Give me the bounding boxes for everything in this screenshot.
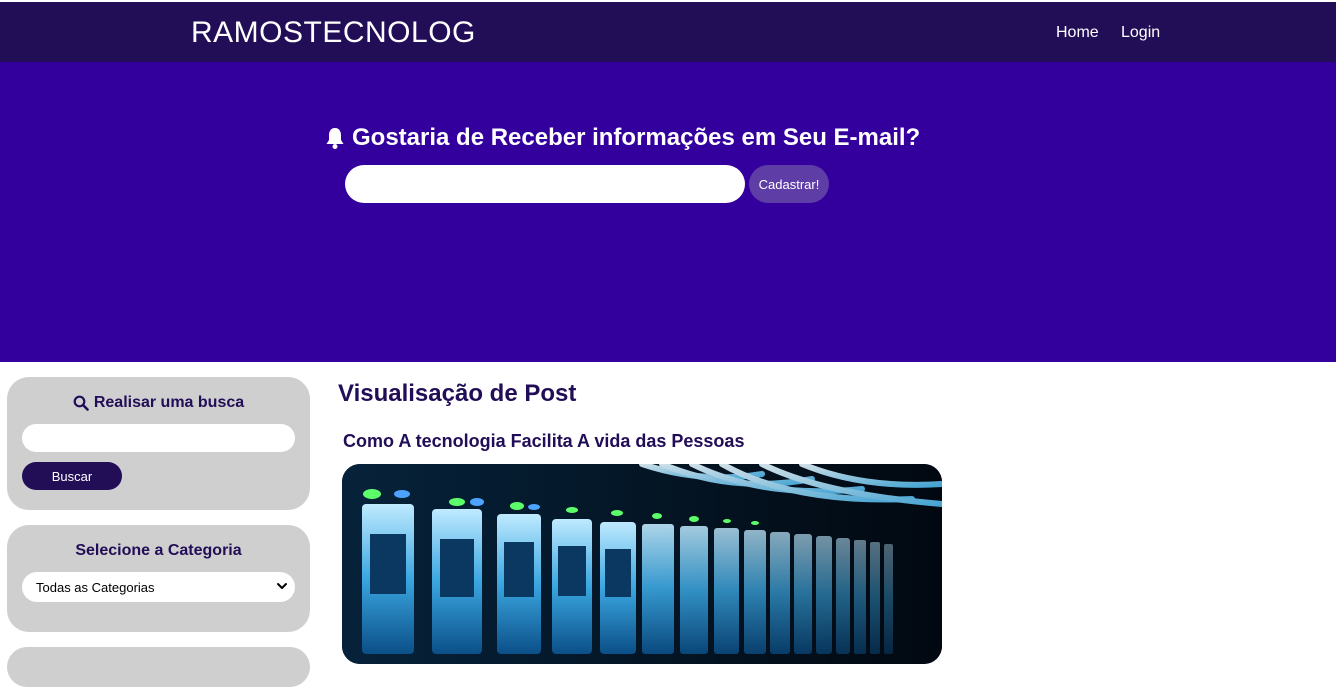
bell-icon: [326, 128, 344, 149]
newsletter-heading: Gostaria de Receber informações em Seu E…: [324, 124, 920, 152]
search-button[interactable]: Buscar: [22, 462, 122, 490]
subscribe-button[interactable]: Cadastrar!: [749, 165, 829, 203]
search-card: Realisar uma busca Buscar: [7, 377, 310, 510]
sidebar-card: [7, 647, 310, 687]
email-field[interactable]: [345, 165, 745, 203]
network-switch-photo: [342, 464, 942, 664]
top-navbar: RAMOSTECNOLOG Home Login: [0, 0, 1336, 62]
search-icon: [73, 395, 89, 411]
category-selected-value: Todas as Categorias: [36, 579, 155, 595]
search-card-title: Realisar uma busca: [7, 394, 310, 412]
search-card-title-text: Realisar uma busca: [93, 394, 245, 411]
brand-logo[interactable]: RAMOSTECNOLOG: [191, 16, 476, 50]
chevron-down-icon: [277, 583, 287, 589]
post-image: [342, 464, 942, 664]
nav-login-link[interactable]: Login: [1121, 24, 1160, 42]
newsletter-heading-text: Gostaria de Receber informações em Seu E…: [352, 124, 921, 151]
post-title[interactable]: Como A tecnologia Facilita A vida das Pe…: [343, 431, 744, 452]
category-select[interactable]: Todas as Categorias: [22, 572, 295, 602]
category-card-title: Selecione a Categoria: [75, 542, 242, 559]
newsletter-banner: Gostaria de Receber informações em Seu E…: [0, 62, 1336, 362]
category-card: Selecione a Categoria Todas as Categoria…: [7, 525, 310, 632]
page-title: Visualisação de Post: [338, 380, 577, 407]
nav-home-link[interactable]: Home: [1056, 24, 1099, 42]
search-input[interactable]: [22, 424, 295, 452]
